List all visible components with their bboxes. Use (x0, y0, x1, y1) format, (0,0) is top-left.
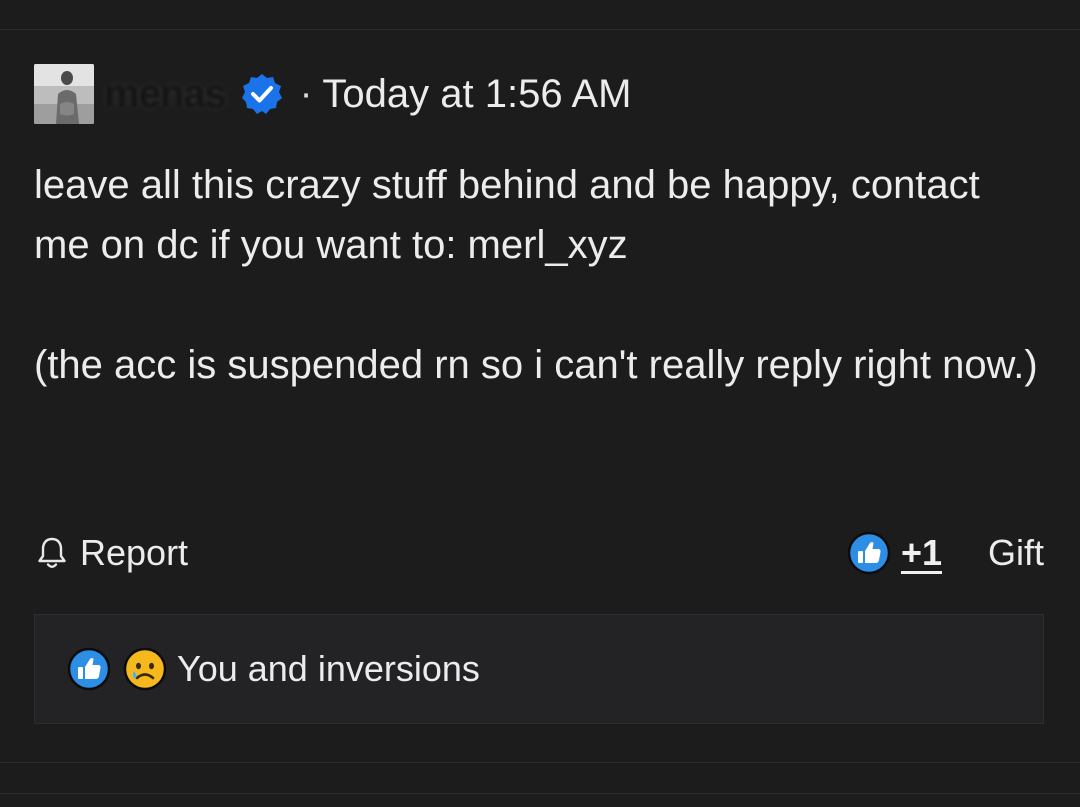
report-label: Report (80, 532, 189, 573)
post-header: menas · Today at 1:56 AM (34, 64, 632, 124)
gift-button[interactable]: Gift (988, 532, 1044, 574)
top-divider (0, 29, 1080, 30)
username[interactable]: menas (104, 72, 227, 116)
bottom-divider (0, 762, 1080, 763)
meta-separator: · (299, 72, 313, 115)
sad-face-icon (123, 647, 167, 691)
post-actions: Report +1 Gift (34, 528, 1044, 578)
post-paragraph: leave all this crazy stuff behind and be… (34, 163, 980, 267)
verified-badge-icon (240, 72, 284, 116)
reactions-summary[interactable]: You and inversions (34, 614, 1044, 724)
post-body: leave all this crazy stuff behind and be… (34, 155, 1044, 395)
like-button[interactable]: +1 (847, 531, 942, 575)
bell-icon (34, 535, 70, 571)
thumbs-up-icon (67, 647, 111, 691)
like-count[interactable]: +1 (901, 532, 942, 574)
thumbs-up-icon (847, 531, 891, 575)
report-button[interactable]: Report (34, 532, 188, 574)
post-paragraph: (the acc is suspended rn so i can't real… (34, 343, 1038, 387)
post-timestamp: Today at 1:56 AM (322, 71, 632, 116)
bottom-divider-secondary (0, 793, 1080, 794)
avatar[interactable] (34, 64, 94, 124)
reactions-text: You and inversions (177, 648, 480, 689)
avatar-photo (34, 64, 94, 124)
